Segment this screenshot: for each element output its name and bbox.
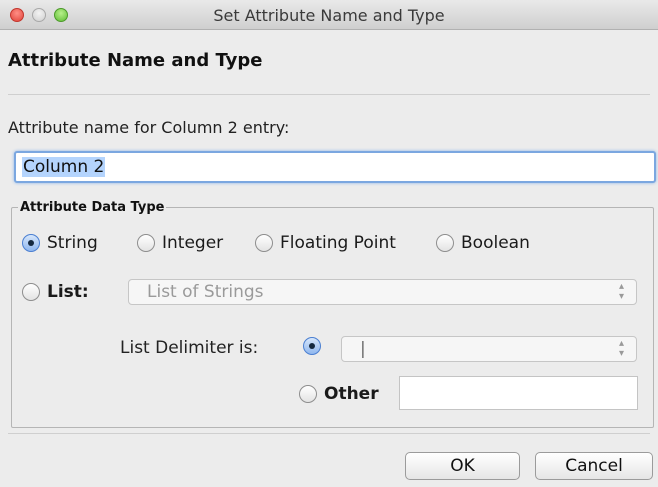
list-type-value: List of Strings: [147, 282, 264, 302]
attribute-name-prompt: Attribute name for Column 2 entry:: [8, 118, 290, 137]
radio-list[interactable]: List:: [22, 282, 89, 302]
ok-button[interactable]: OK: [405, 452, 520, 480]
radio-string-label: String: [47, 233, 98, 253]
radio-selected-icon: [303, 337, 321, 355]
radio-floating-point-label: Floating Point: [280, 233, 396, 253]
radio-delimiter-preset[interactable]: [303, 337, 328, 355]
title-bar: Set Attribute Name and Type: [0, 0, 658, 30]
up-down-chevron-icon: ▴ ▾: [618, 338, 624, 359]
dialog-heading: Attribute Name and Type: [8, 50, 263, 71]
attribute-name-value: Column 2: [22, 157, 106, 177]
footer-divider: [8, 433, 650, 434]
radio-integer[interactable]: Integer: [137, 233, 223, 253]
radio-floating-point[interactable]: Floating Point: [255, 233, 396, 253]
radio-integer-label: Integer: [162, 233, 224, 253]
radio-delimiter-other[interactable]: Other: [299, 384, 379, 404]
radio-unselected-icon: [137, 234, 155, 252]
delimiter-select[interactable]: | ▴ ▾: [341, 336, 637, 362]
delimiter-value: |: [360, 339, 366, 359]
up-down-chevron-icon: ▴ ▾: [618, 281, 624, 302]
window-title: Set Attribute Name and Type: [213, 6, 445, 25]
header-divider: [8, 94, 650, 95]
radio-string[interactable]: String: [22, 233, 98, 253]
attribute-name-input[interactable]: Column 2: [14, 151, 656, 183]
list-type-select[interactable]: List of Strings ▴ ▾: [128, 279, 637, 305]
radio-boolean[interactable]: Boolean: [436, 233, 530, 253]
radio-unselected-icon: [436, 234, 454, 252]
radio-boolean-label: Boolean: [461, 233, 530, 253]
radio-unselected-icon: [255, 234, 273, 252]
list-delimiter-label: List Delimiter is:: [120, 338, 259, 358]
radio-other-label: Other: [324, 384, 379, 404]
radio-list-label: List:: [47, 282, 89, 302]
radio-selected-icon: [22, 234, 40, 252]
cancel-button[interactable]: Cancel: [535, 452, 653, 480]
radio-unselected-icon: [22, 283, 40, 301]
radio-unselected-icon: [299, 385, 317, 403]
other-delimiter-input[interactable]: [399, 376, 638, 410]
attribute-data-type-legend: Attribute Data Type: [20, 200, 165, 215]
